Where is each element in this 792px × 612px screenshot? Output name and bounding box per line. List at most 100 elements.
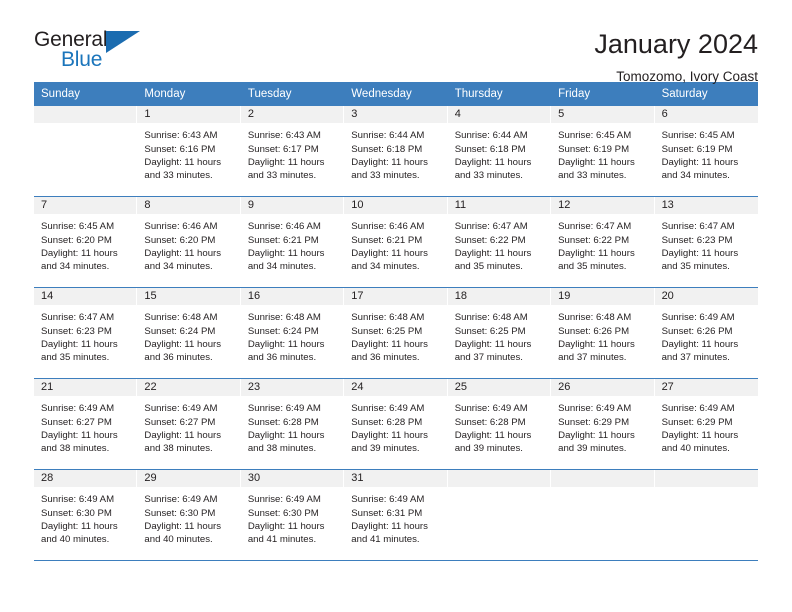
sunset-text: Sunset: 6:20 PM (144, 234, 216, 246)
day-cell[interactable]: 17 Sunrise: 6:48 AM Sunset: 6:25 PM Dayligh… (344, 288, 448, 379)
day-cell[interactable]: 4 Sunrise: 6:44 AM Sunset: 6:18 PM Daylight… (447, 106, 552, 197)
daylight-text-line1: Daylight: 11 hours (247, 338, 325, 350)
day-cell[interactable]: 31 Sunrise: 6:49 AM Sunset: 6:31 PM Dayligh… (344, 470, 448, 561)
weekday-header-thursday: Thursday (454, 88, 503, 100)
sunrise-text: Sunrise: 6:46 AM (351, 221, 425, 233)
day-cell[interactable]: 16 Sunrise: 6:48 AM Sunset: 6:24 PM Dayligh… (240, 288, 345, 379)
sunset-text: Sunset: 6:23 PM (41, 325, 112, 337)
calendar-week-row: 28 Sunrise: 6:49 AM Sunset: 6:30 PM Dayligh… (34, 470, 758, 562)
sunrise-text: Sunrise: 6:49 AM (454, 403, 528, 415)
sunset-text: Sunset: 6:26 PM (661, 325, 733, 337)
day-cell[interactable]: 28 Sunrise: 6:49 AM Sunset: 6:30 PM Dayligh… (34, 470, 138, 561)
calendar-page: General Blue January 2024 Tomozomo, Ivor… (0, 0, 792, 612)
day-cell[interactable]: 13 Sunrise: 6:47 AM Sunset: 6:23 PM Dayligh… (654, 197, 758, 288)
sunrise-text: Sunrise: 6:49 AM (41, 403, 115, 415)
sunrise-text: Sunrise: 6:45 AM (558, 130, 632, 142)
day-sun-info: Sunrise: 6:48 AM Sunset: 6:24 PM Daylight:… (137, 305, 239, 364)
day-number: 24 (344, 379, 447, 397)
day-number: 5 (551, 106, 654, 124)
daylight-text-line1: Daylight: 11 hours (247, 156, 325, 168)
sunset-text: Sunset: 6:20 PM (41, 234, 112, 246)
day-sun-info: Sunrise: 6:47 AM Sunset: 6:23 PM Daylight:… (655, 214, 758, 273)
day-cell[interactable]: 8 Sunrise: 6:46 AM Sunset: 6:20 PM Daylight… (137, 197, 241, 288)
sunset-text: Sunset: 6:24 PM (247, 325, 319, 337)
day-cell[interactable]: 30 Sunrise: 6:49 AM Sunset: 6:30 PM Dayligh… (240, 470, 345, 561)
sunset-text: Sunset: 6:21 PM (351, 234, 423, 246)
daylight-text-line1: Daylight: 11 hours (144, 520, 222, 532)
day-cell[interactable]: 5 Sunrise: 6:45 AM Sunset: 6:19 PM Daylight… (551, 106, 655, 197)
day-cell[interactable]: 24 Sunrise: 6:49 AM Sunset: 6:28 PM Dayligh… (344, 379, 448, 470)
day-cell[interactable]: 2 Sunrise: 6:43 AM Sunset: 6:17 PM Daylight… (240, 106, 345, 197)
sunrise-text: Sunrise: 6:49 AM (41, 494, 115, 506)
day-cell[interactable]: 27 Sunrise: 6:49 AM Sunset: 6:29 PM Dayligh… (654, 379, 758, 470)
weekday-header-row: Sunday Monday Tuesday Wednesday Thursday… (34, 82, 758, 107)
daylight-text-line1: Daylight: 11 hours (41, 429, 118, 441)
page-title: January 2024 (594, 29, 758, 59)
day-number: 7 (34, 197, 137, 215)
day-cell[interactable]: 26 Sunrise: 6:49 AM Sunset: 6:29 PM Dayligh… (551, 379, 655, 470)
sunset-text: Sunset: 6:19 PM (661, 143, 733, 155)
daylight-text-line1: Daylight: 11 hours (351, 429, 428, 441)
general-blue-logo[interactable]: General Blue (34, 28, 164, 76)
sunset-text: Sunset: 6:29 PM (558, 416, 630, 428)
sunrise-text: Sunrise: 6:49 AM (144, 494, 218, 506)
day-cell[interactable]: 15 Sunrise: 6:48 AM Sunset: 6:24 PM Dayligh… (137, 288, 241, 379)
sunset-text: Sunset: 6:29 PM (661, 416, 733, 428)
sunrise-text: Sunrise: 6:48 AM (247, 312, 321, 324)
daylight-text-line2: and 37 minutes. (558, 351, 627, 363)
day-sun-info: Sunrise: 6:49 AM Sunset: 6:26 PM Daylight:… (655, 305, 758, 364)
day-cell[interactable]: 1 Sunrise: 6:43 AM Sunset: 6:16 PM Daylight… (137, 106, 241, 197)
day-sun-info: Sunrise: 6:48 AM Sunset: 6:24 PM Daylight:… (241, 305, 343, 364)
daylight-text-line2: and 38 minutes. (41, 442, 110, 454)
day-cell[interactable]: 18 Sunrise: 6:48 AM Sunset: 6:25 PM Dayligh… (447, 288, 552, 379)
day-cell[interactable]: 12 Sunrise: 6:47 AM Sunset: 6:22 PM Dayligh… (551, 197, 655, 288)
day-cell[interactable]: 7 Sunrise: 6:45 AM Sunset: 6:20 PM Daylight… (34, 197, 138, 288)
daylight-text-line1: Daylight: 11 hours (661, 247, 739, 259)
day-number: 14 (34, 288, 137, 306)
daylight-text-line1: Daylight: 11 hours (247, 247, 325, 259)
day-cell[interactable]: 29 Sunrise: 6:49 AM Sunset: 6:30 PM Dayligh… (137, 470, 241, 561)
day-cell[interactable]: 10 Sunrise: 6:46 AM Sunset: 6:21 PM Dayligh… (344, 197, 448, 288)
daylight-text-line2: and 36 minutes. (247, 351, 317, 363)
day-cell[interactable]: 14 Sunrise: 6:47 AM Sunset: 6:23 PM Dayligh… (34, 288, 138, 379)
day-cell[interactable]: 22 Sunrise: 6:49 AM Sunset: 6:27 PM Dayligh… (137, 379, 241, 470)
day-number: 15 (137, 288, 240, 306)
day-number (654, 470, 758, 488)
day-sun-info: Sunrise: 6:49 AM Sunset: 6:29 PM Daylight:… (551, 396, 653, 455)
day-cell[interactable]: 6 Sunrise: 6:45 AM Sunset: 6:19 PM Daylight… (654, 106, 758, 197)
daylight-text-line1: Daylight: 11 hours (558, 156, 635, 168)
sunrise-text: Sunrise: 6:45 AM (661, 130, 735, 142)
daylight-text-line1: Daylight: 11 hours (144, 338, 222, 350)
daylight-text-line1: Daylight: 11 hours (247, 520, 325, 532)
daylight-text-line2: and 39 minutes. (558, 442, 627, 454)
sunrise-text: Sunrise: 6:45 AM (41, 221, 115, 233)
day-sun-info: Sunrise: 6:49 AM Sunset: 6:28 PM Daylight:… (344, 396, 446, 455)
day-cell[interactable]: 21 Sunrise: 6:49 AM Sunset: 6:27 PM Dayligh… (34, 379, 138, 470)
day-sun-info: Sunrise: 6:48 AM Sunset: 6:25 PM Daylight:… (344, 305, 446, 364)
day-cell[interactable]: 23 Sunrise: 6:49 AM Sunset: 6:28 PM Dayligh… (240, 379, 345, 470)
day-number: 16 (240, 288, 344, 306)
daylight-text-line1: Daylight: 11 hours (454, 156, 532, 168)
sunset-text: Sunset: 6:30 PM (144, 507, 216, 519)
sunset-text: Sunset: 6:16 PM (144, 143, 216, 155)
day-number: 29 (137, 470, 240, 488)
page-header: General Blue January 2024 Tomozomo, Ivor… (0, 0, 792, 84)
day-sun-info: Sunrise: 6:43 AM Sunset: 6:17 PM Daylight:… (241, 123, 343, 182)
day-number: 4 (447, 106, 551, 124)
sunset-text: Sunset: 6:28 PM (351, 416, 423, 428)
sunset-text: Sunset: 6:28 PM (247, 416, 319, 428)
day-number (551, 470, 654, 488)
day-cell[interactable]: 9 Sunrise: 6:46 AM Sunset: 6:21 PM Daylight… (240, 197, 345, 288)
sunrise-text: Sunrise: 6:48 AM (351, 312, 425, 324)
day-cell[interactable]: 20 Sunrise: 6:49 AM Sunset: 6:26 PM Dayligh… (654, 288, 758, 379)
daylight-text-line2: and 33 minutes. (351, 169, 420, 181)
calendar-grid: Sunday Monday Tuesday Wednesday Thursday… (34, 82, 758, 562)
day-cell[interactable]: 11 Sunrise: 6:47 AM Sunset: 6:22 PM Dayligh… (447, 197, 552, 288)
day-cell[interactable]: 19 Sunrise: 6:48 AM Sunset: 6:26 PM Dayligh… (551, 288, 655, 379)
day-cell[interactable]: 25 Sunrise: 6:49 AM Sunset: 6:28 PM Dayligh… (447, 379, 552, 470)
sunrise-text: Sunrise: 6:46 AM (144, 221, 218, 233)
day-cell[interactable]: 3 Sunrise: 6:44 AM Sunset: 6:18 PM Daylight… (344, 106, 448, 197)
sunrise-text: Sunrise: 6:48 AM (454, 312, 528, 324)
daylight-text-line1: Daylight: 11 hours (144, 429, 222, 441)
day-sun-info: Sunrise: 6:45 AM Sunset: 6:19 PM Daylight:… (551, 123, 653, 182)
